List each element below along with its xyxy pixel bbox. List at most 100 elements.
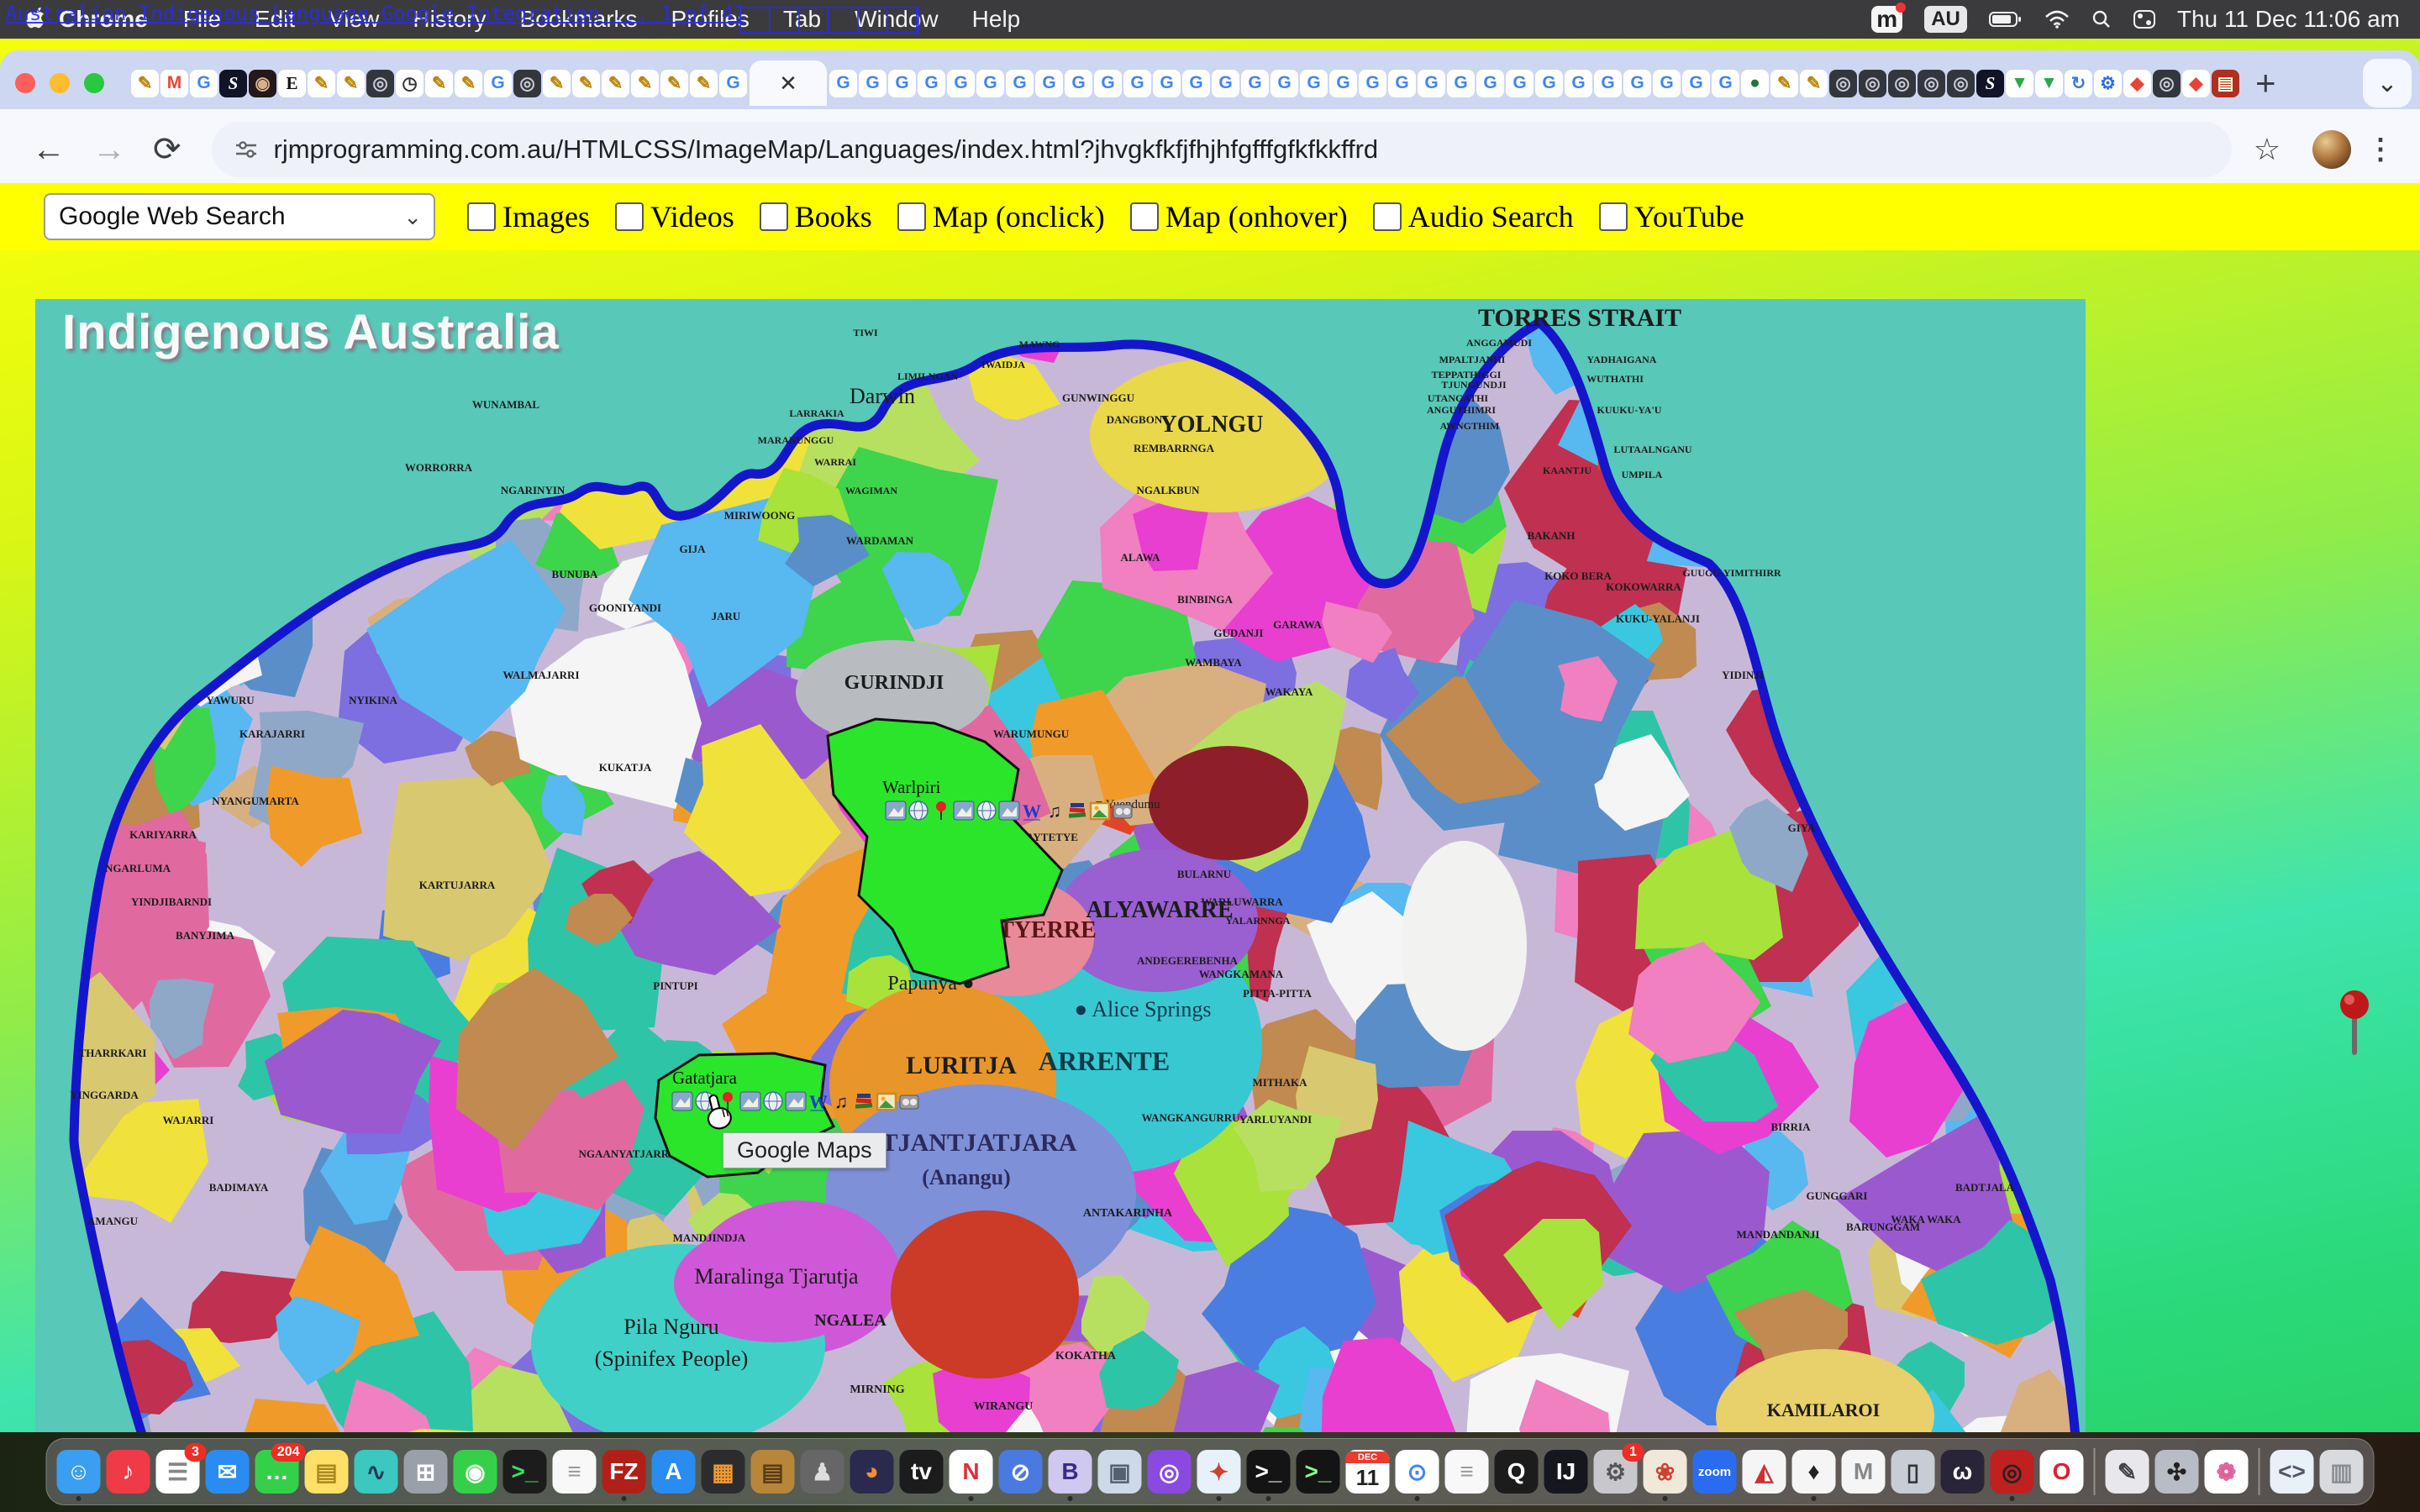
tab-favicon-google[interactable]: G [1506,70,1534,97]
dock-item-firefox[interactable]: ◕ [850,1450,894,1494]
dock-item-paint[interactable]: ❀ [1644,1450,1687,1494]
menu-item-window[interactable]: Window [855,6,939,32]
input-source-badge[interactable]: AU [1924,6,1967,33]
tab-favicon-pencil[interactable]: ✎ [455,70,482,97]
url-text[interactable]: rjmprogramming.com.au/HTMLCSS/ImageMap/L… [274,134,1379,165]
checkbox-box[interactable] [467,202,496,231]
dock-item-catapp[interactable]: ω [1941,1450,1985,1494]
tab-favicon-google[interactable]: G [1123,70,1151,97]
tab-favicon-pencil[interactable]: ✎ [660,70,688,97]
site-settings-icon[interactable] [234,137,259,162]
tab-favicon-google[interactable]: G [1712,70,1739,97]
tab-favicon-google[interactable]: G [888,70,916,97]
tab-favicon-script[interactable]: S [219,70,247,97]
tab-favicon-google[interactable]: G [918,70,945,97]
tab-favicon-google[interactable]: G [1388,70,1416,97]
profile-avatar[interactable] [2312,130,2351,169]
close-window-button[interactable] [15,73,35,93]
app-status-icon[interactable]: m [1871,6,1902,33]
tab-favicon-google[interactable]: G [1241,70,1269,97]
menu-item-bookmarks[interactable]: Bookmarks [519,6,637,32]
dock-item-music[interactable]: ♪ [107,1450,150,1494]
tab-favicon-maps[interactable]: ◆ [2123,70,2151,97]
reload-button[interactable]: ⟳ [153,130,182,169]
tab-favicon-pencil[interactable]: ✎ [543,70,571,97]
tab-favicon-pencil[interactable]: ✎ [690,70,718,97]
tab-favicon-google[interactable]: G [1300,70,1328,97]
tab-favicon-google[interactable]: G [1035,70,1063,97]
minimize-window-button[interactable] [50,73,70,93]
tab-favicon-google[interactable]: G [1270,70,1298,97]
tab-favicon-clock[interactable]: ◷ [396,70,424,97]
tab-favicon-google[interactable]: G [1065,70,1092,97]
dock-item-previewimg[interactable]: ▣ [1098,1450,1142,1494]
bookmark-star-icon[interactable]: ☆ [2254,132,2281,167]
tab-favicon-pencil[interactable]: ✎ [425,70,453,97]
tab-favicon-gmail[interactable]: M [160,70,188,97]
dock-item-chrome[interactable]: ⊙ [1396,1450,1439,1494]
tab-favicon-chrome-dark[interactable]: ◎ [2153,70,2181,97]
tab-favicon-google[interactable]: G [1006,70,1034,97]
menu-item-tab[interactable]: Tab [783,6,821,32]
tab-favicon-gear[interactable]: ⚙ [2094,70,2122,97]
dock-item-trash[interactable]: ▥ [2320,1450,2364,1494]
active-tab[interactable]: ✕ [750,60,827,106]
dock-item-intellij[interactable]: IJ [1544,1450,1588,1494]
tab-favicon-pencil[interactable]: ✎ [1800,70,1828,97]
tab-favicon-pencil[interactable]: ✎ [631,70,659,97]
dock-item-graph[interactable]: ∿ [355,1450,398,1494]
dock-item-terminal[interactable]: >_ [503,1450,547,1494]
checkbox-audio-search[interactable]: Audio Search [1373,199,1574,234]
tab-favicon-news[interactable]: E [278,70,306,97]
dock-item-filezilla[interactable]: FZ [602,1450,646,1494]
tab-favicon-chrome-dark[interactable]: ◎ [1888,70,1916,97]
tab-favicon-pencil[interactable]: ✎ [602,70,629,97]
menu-app-name[interactable]: Chrome [59,6,148,33]
zoom-window-button[interactable] [84,73,104,93]
checkbox-map-onclick-[interactable]: Map (onclick) [897,199,1105,234]
dock-item-character[interactable]: ♟ [801,1450,844,1494]
australia-map-svg[interactable]: TORRES STRAITDarwinYOLNGUGURINDJIALYAWAR… [35,299,2086,1489]
dock-item-cmake[interactable]: ◭ [1743,1450,1786,1494]
tab-favicon-pencil[interactable]: ✎ [1770,70,1798,97]
tab-favicon-google[interactable]: G [1653,70,1681,97]
dock-item-news[interactable]: N [950,1450,993,1494]
dock-item-notespen[interactable]: ✎ [2106,1450,2149,1494]
checkbox-images[interactable]: Images [467,199,590,234]
tab-favicon-google[interactable]: G [719,70,747,97]
tab-favicon-pencil[interactable]: ✎ [308,70,335,97]
dock-item-appletv[interactable]: tv [900,1450,944,1494]
menu-item-file[interactable]: File [183,6,221,32]
tab-favicon-green-dot[interactable]: ● [1741,70,1769,97]
tab-favicon-google[interactable]: G [1418,70,1445,97]
tab-favicon-chrome-dark[interactable]: ◎ [366,70,394,97]
tab-favicon-pencil[interactable]: ✎ [337,70,365,97]
tab-favicon-google[interactable]: G [1359,70,1386,97]
menu-item-help[interactable]: Help [972,6,1021,32]
tab-favicon-google[interactable]: G [484,70,512,97]
dock-item-photos[interactable]: ❁ [2205,1450,2249,1494]
dock-item-inkscape[interactable]: ♦ [1792,1450,1836,1494]
dock-item-accessibility[interactable]: ✣ [2155,1450,2199,1494]
dock-item-terminal3[interactable]: >_ [1297,1450,1340,1494]
apple-logo-icon[interactable] [25,7,47,32]
url-bar[interactable]: rjmprogramming.com.au/HTMLCSS/ImageMap/L… [212,122,2232,177]
tab-favicon-chrome-dark[interactable]: ◎ [1859,70,1886,97]
tab-favicon-pin[interactable]: ▼ [2035,70,2063,97]
checkbox-box[interactable] [615,202,644,231]
forward-button[interactable]: → [92,131,126,169]
dock-item-launchpad[interactable]: ⊞ [404,1450,448,1494]
browser-menu-icon[interactable]: ⋮ [2366,133,2395,166]
tab-favicon-maps[interactable]: ◆ [2182,70,2210,97]
tab-favicon-google[interactable]: G [1153,70,1181,97]
dock-item-mamp[interactable]: M [1842,1450,1886,1494]
wifi-icon[interactable] [2044,10,2070,29]
checkbox-youtube[interactable]: YouTube [1599,199,1744,234]
tab-favicon-google[interactable]: G [1535,70,1563,97]
control-center-icon[interactable] [2133,10,2155,29]
tab-favicon-google[interactable]: G [947,70,975,97]
tab-favicon-google[interactable]: G [1447,70,1475,97]
tab-favicon-chrome-dark[interactable]: ◎ [1947,70,1975,97]
dock-item-roulette[interactable]: ◎ [1991,1450,2034,1494]
tab-favicon-google[interactable]: G [1212,70,1239,97]
